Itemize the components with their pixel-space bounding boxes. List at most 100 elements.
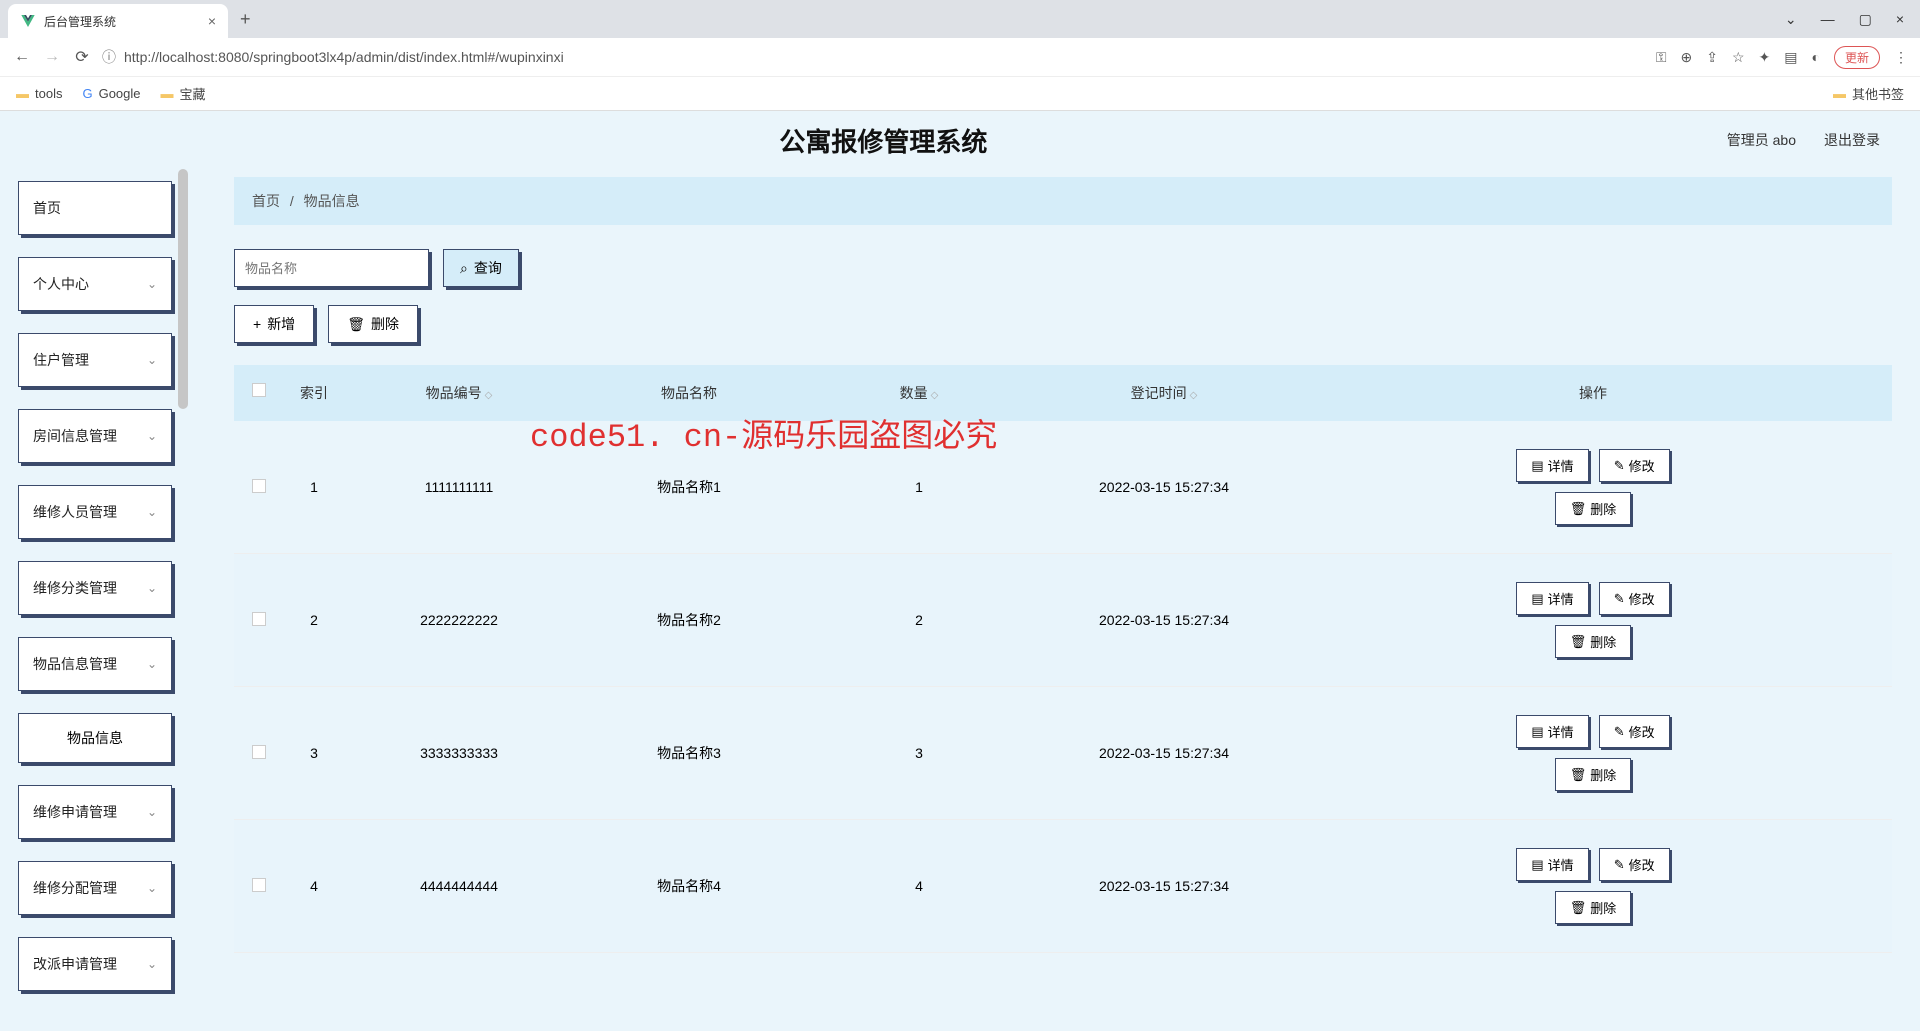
forward-button[interactable]: →	[42, 48, 62, 66]
doc-icon: ▤	[1531, 724, 1543, 740]
col-header-qty[interactable]: 数量◇	[804, 383, 1034, 403]
sidebar-sub-item[interactable]: 物品信息	[18, 713, 172, 763]
sidebar-item-label: 个人中心	[33, 274, 89, 294]
window-controls: ⌄ — ▢ ×	[1785, 11, 1912, 28]
cell-index: 3	[284, 745, 344, 761]
cell-code: 2222222222	[344, 612, 574, 628]
sidebar-item-4[interactable]: 维修人员管理⌄	[18, 485, 172, 539]
key-icon[interactable]: ⚿	[1656, 49, 1667, 66]
breadcrumb-sep: /	[290, 193, 294, 209]
sidebar-item-label: 物品信息管理	[33, 654, 117, 674]
col-header-index[interactable]: 索引	[284, 383, 344, 403]
bookmarks-bar: ▬tools GGoogle ▬宝藏 ▬其他书签	[0, 76, 1920, 110]
cell-time: 2022-03-15 15:27:34	[1034, 612, 1294, 628]
delete-button[interactable]: 🗑 删除	[328, 305, 418, 343]
toolbar-right: ⚿ ⊕ ⇪ ☆ ✦ ▤ ◐ 更新 ⋮	[1656, 46, 1908, 69]
detail-button[interactable]: ▤ 详情	[1516, 715, 1588, 748]
sidebar-item-label: 维修分类管理	[33, 578, 117, 598]
breadcrumb-home[interactable]: 首页	[252, 193, 280, 209]
row-checkbox[interactable]	[252, 878, 266, 892]
star-icon[interactable]: ☆	[1732, 49, 1745, 66]
bookmark-tools[interactable]: ▬tools	[16, 86, 62, 101]
chevron-down-icon: ⌄	[147, 277, 157, 291]
sidebar-item-2[interactable]: 住户管理⌄	[18, 333, 172, 387]
doc-icon: ▤	[1531, 458, 1543, 474]
detail-button[interactable]: ▤ 详情	[1516, 449, 1588, 482]
data-table: 索引 物品编号◇ 物品名称 数量◇ 登记时间◇ 操作 11111111111物品…	[234, 365, 1892, 953]
url-box[interactable]: ⓘ http://localhost:8080/springboot3lx4p/…	[102, 47, 1646, 67]
folder-icon: ▬	[16, 86, 29, 101]
cell-time: 2022-03-15 15:27:34	[1034, 745, 1294, 761]
bookmark-treasure[interactable]: ▬宝藏	[161, 84, 206, 103]
edit-button[interactable]: ✎ 修改	[1599, 449, 1670, 482]
doc-icon: ▤	[1531, 857, 1543, 873]
sidebar-item-5[interactable]: 维修分类管理⌄	[18, 561, 172, 615]
add-button[interactable]: + 新增	[234, 305, 314, 343]
cell-name: 物品名称4	[574, 876, 804, 896]
edit-button[interactable]: ✎ 修改	[1599, 715, 1670, 748]
edit-button[interactable]: ✎ 修改	[1599, 582, 1670, 615]
sidebar-item-7[interactable]: 维修申请管理⌄	[18, 785, 172, 839]
col-header-ops: 操作	[1294, 383, 1892, 403]
close-icon[interactable]: ×	[208, 13, 216, 29]
cell-qty: 1	[804, 479, 1034, 495]
update-button[interactable]: 更新	[1834, 46, 1880, 69]
sort-icon: ◇	[1190, 390, 1198, 401]
zoom-icon[interactable]: ⊕	[1681, 49, 1693, 66]
row-checkbox[interactable]	[252, 612, 266, 626]
row-checkbox[interactable]	[252, 479, 266, 493]
plus-icon: +	[253, 316, 261, 332]
trash-icon: 🗑	[347, 316, 365, 333]
detail-button[interactable]: ▤ 详情	[1516, 582, 1588, 615]
row-delete-button[interactable]: 🗑 删除	[1555, 625, 1632, 658]
info-icon: ⓘ	[102, 47, 116, 67]
row-checkbox[interactable]	[252, 745, 266, 759]
sidebar-item-1[interactable]: 个人中心 ⌄	[18, 257, 172, 311]
maximize-icon[interactable]: ▢	[1859, 11, 1872, 28]
sidebar-item-0[interactable]: 首页	[18, 181, 172, 235]
table-row: 11111111111物品名称112022-03-15 15:27:34▤ 详情…	[234, 421, 1892, 554]
tab-bar: 后台管理系统 × + ⌄ — ▢ ×	[0, 0, 1920, 38]
reading-icon[interactable]: ▤	[1784, 49, 1797, 66]
logout-link[interactable]: 退出登录	[1824, 130, 1880, 150]
vue-icon	[20, 13, 36, 29]
back-button[interactable]: ←	[12, 48, 32, 66]
search-input[interactable]	[234, 249, 429, 287]
reload-button[interactable]: ⟳	[72, 47, 92, 67]
menu-icon[interactable]: ⋮	[1894, 49, 1908, 66]
browser-tab[interactable]: 后台管理系统 ×	[8, 4, 228, 38]
puzzle-icon[interactable]: ✦	[1759, 49, 1771, 66]
row-delete-button[interactable]: 🗑 删除	[1555, 891, 1632, 924]
bookmark-google[interactable]: GGoogle	[82, 86, 140, 101]
sidebar-item-3[interactable]: 房间信息管理⌄	[18, 409, 172, 463]
user-label: 管理员 abo	[1727, 130, 1796, 150]
share-icon[interactable]: ⇪	[1706, 49, 1718, 66]
col-header-code[interactable]: 物品编号◇	[344, 383, 574, 403]
new-tab-button[interactable]: +	[240, 9, 251, 30]
url-text: http://localhost:8080/springboot3lx4p/ad…	[124, 49, 564, 65]
profile-icon[interactable]: ◐	[1812, 49, 1820, 65]
select-all-checkbox[interactable]	[252, 383, 266, 397]
cell-index: 1	[284, 479, 344, 495]
sidebar-item-6[interactable]: 物品信息管理⌄	[18, 637, 172, 691]
detail-button[interactable]: ▤ 详情	[1516, 848, 1588, 881]
bookmark-other[interactable]: ▬其他书签	[1833, 84, 1904, 103]
chevron-down-icon: ⌄	[147, 805, 157, 819]
row-delete-button[interactable]: 🗑 删除	[1555, 492, 1632, 525]
edit-button[interactable]: ✎ 修改	[1599, 848, 1670, 881]
col-header-time[interactable]: 登记时间◇	[1034, 383, 1294, 403]
search-row: ⌕ 查询	[234, 249, 1892, 287]
cell-code: 1111111111	[344, 479, 574, 495]
table-row: 22222222222物品名称222022-03-15 15:27:34▤ 详情…	[234, 554, 1892, 687]
sidebar-item-9[interactable]: 改派申请管理⌄	[18, 937, 172, 991]
sidebar: 首页个人中心⌄住户管理⌄房间信息管理⌄维修人员管理⌄维修分类管理⌄物品信息管理⌄…	[0, 169, 190, 1031]
close-window-icon[interactable]: ×	[1896, 11, 1904, 28]
scrollbar-thumb[interactable]	[178, 169, 188, 409]
row-delete-button[interactable]: 🗑 删除	[1555, 758, 1632, 791]
sidebar-item-8[interactable]: 维修分配管理⌄	[18, 861, 172, 915]
chevron-down-icon[interactable]: ⌄	[1785, 11, 1797, 28]
trash-icon: 🗑	[1570, 900, 1587, 916]
col-header-name[interactable]: 物品名称	[574, 383, 804, 403]
minimize-icon[interactable]: —	[1821, 11, 1835, 28]
search-button[interactable]: ⌕ 查询	[443, 249, 519, 287]
